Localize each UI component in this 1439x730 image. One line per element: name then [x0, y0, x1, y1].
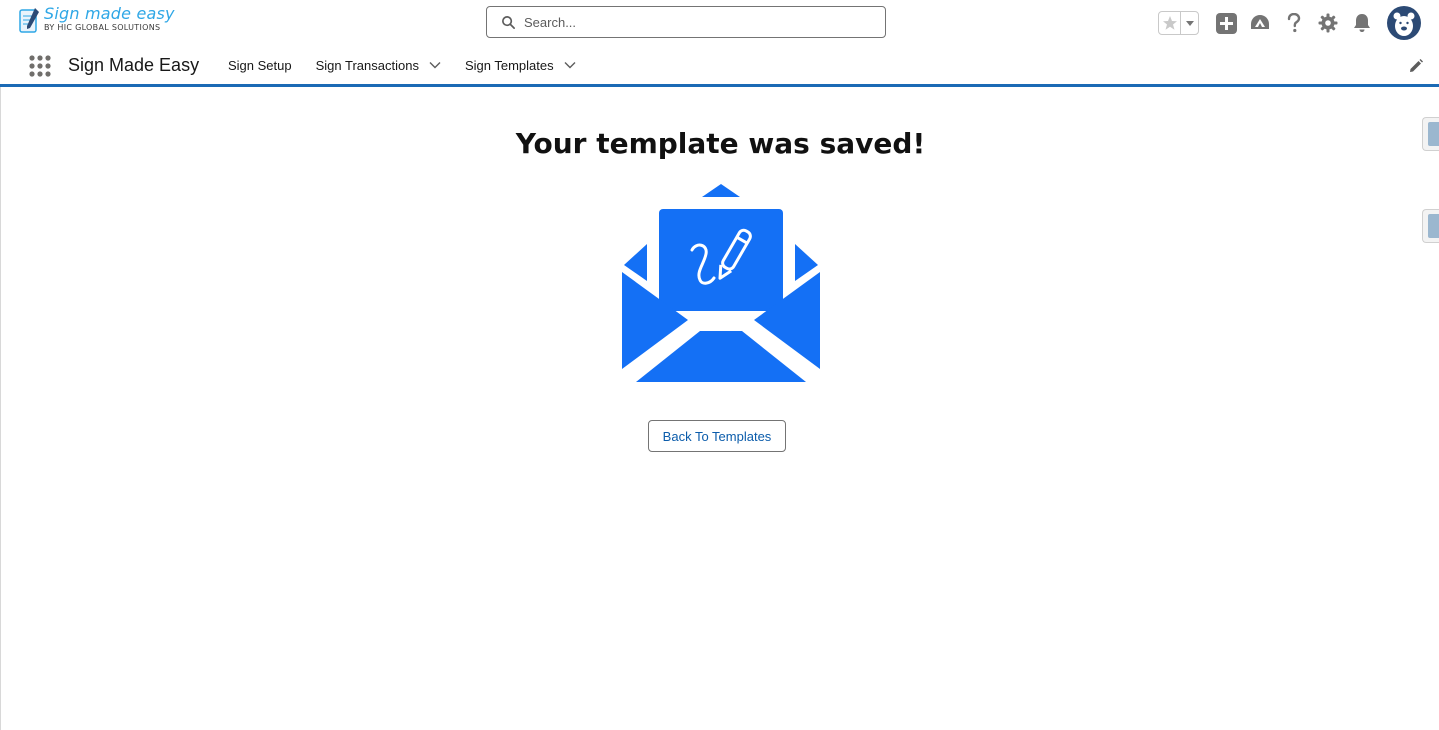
- global-search[interactable]: [486, 6, 886, 38]
- side-panel-toggle[interactable]: [1422, 117, 1439, 151]
- help-button[interactable]: [1283, 12, 1305, 34]
- nav-items: Sign Setup Sign Transactions Sign Templa…: [216, 46, 588, 84]
- bell-icon: [1354, 14, 1370, 32]
- logo-subtitle: BY HIC GLOBAL SOLUTIONS: [44, 23, 161, 32]
- trailhead-button[interactable]: [1249, 12, 1271, 34]
- setup-button[interactable]: [1317, 12, 1339, 34]
- favorite-button[interactable]: [1159, 12, 1181, 34]
- main-content: Your template was saved! Back To Templat…: [0, 87, 1439, 730]
- nav-item-label: Sign Templates: [464, 57, 554, 73]
- help-icon: [1287, 13, 1301, 33]
- gear-icon: [1318, 13, 1338, 33]
- back-to-templates-button[interactable]: Back To Templates: [648, 420, 786, 452]
- nav-item-sign-transactions[interactable]: Sign Transactions: [304, 46, 453, 84]
- chevron-down-icon[interactable]: [564, 59, 576, 71]
- header-tools: [1158, 5, 1421, 41]
- side-panel-toggle[interactable]: [1422, 209, 1439, 243]
- trailhead-icon: [1251, 15, 1269, 29]
- nav-item-label: Sign Setup: [228, 57, 292, 73]
- document-pen-icon: [19, 8, 39, 33]
- global-header: Sign made easy BY HIC GLOBAL SOLUTIONS: [0, 0, 1439, 46]
- favorites-menu-button[interactable]: [1181, 12, 1198, 34]
- page-title: Your template was saved!: [515, 127, 926, 160]
- chevron-down-icon: [1185, 21, 1194, 26]
- search-input[interactable]: [524, 14, 864, 30]
- star-icon: [1162, 16, 1177, 30]
- app-logo[interactable]: Sign made easy BY HIC GLOBAL SOLUTIONS: [18, 6, 175, 34]
- favorites-group: [1158, 11, 1199, 35]
- envelope-signature-icon: [622, 184, 820, 382]
- pencil-icon[interactable]: [1409, 59, 1423, 73]
- notifications-button[interactable]: [1351, 12, 1373, 34]
- app-launcher-icon[interactable]: [28, 54, 52, 78]
- chevron-down-icon[interactable]: [429, 59, 441, 71]
- nav-item-sign-setup[interactable]: Sign Setup: [216, 46, 304, 84]
- avatar[interactable]: [1387, 6, 1421, 40]
- plus-icon: [1215, 12, 1237, 34]
- logo-title: Sign made easy: [44, 4, 175, 23]
- global-actions-button[interactable]: [1215, 12, 1237, 34]
- nav-item-label: Sign Transactions: [315, 57, 419, 73]
- search-icon: [502, 15, 515, 29]
- user-avatar-icon: [1393, 12, 1415, 36]
- chevron-left-icon: [1428, 122, 1439, 146]
- app-nav-bar: Sign Made Easy Sign Setup Sign Transacti…: [0, 46, 1439, 87]
- nav-item-sign-templates[interactable]: Sign Templates: [453, 46, 588, 84]
- app-name: Sign Made Easy: [68, 55, 200, 75]
- chevron-left-icon: [1428, 214, 1439, 238]
